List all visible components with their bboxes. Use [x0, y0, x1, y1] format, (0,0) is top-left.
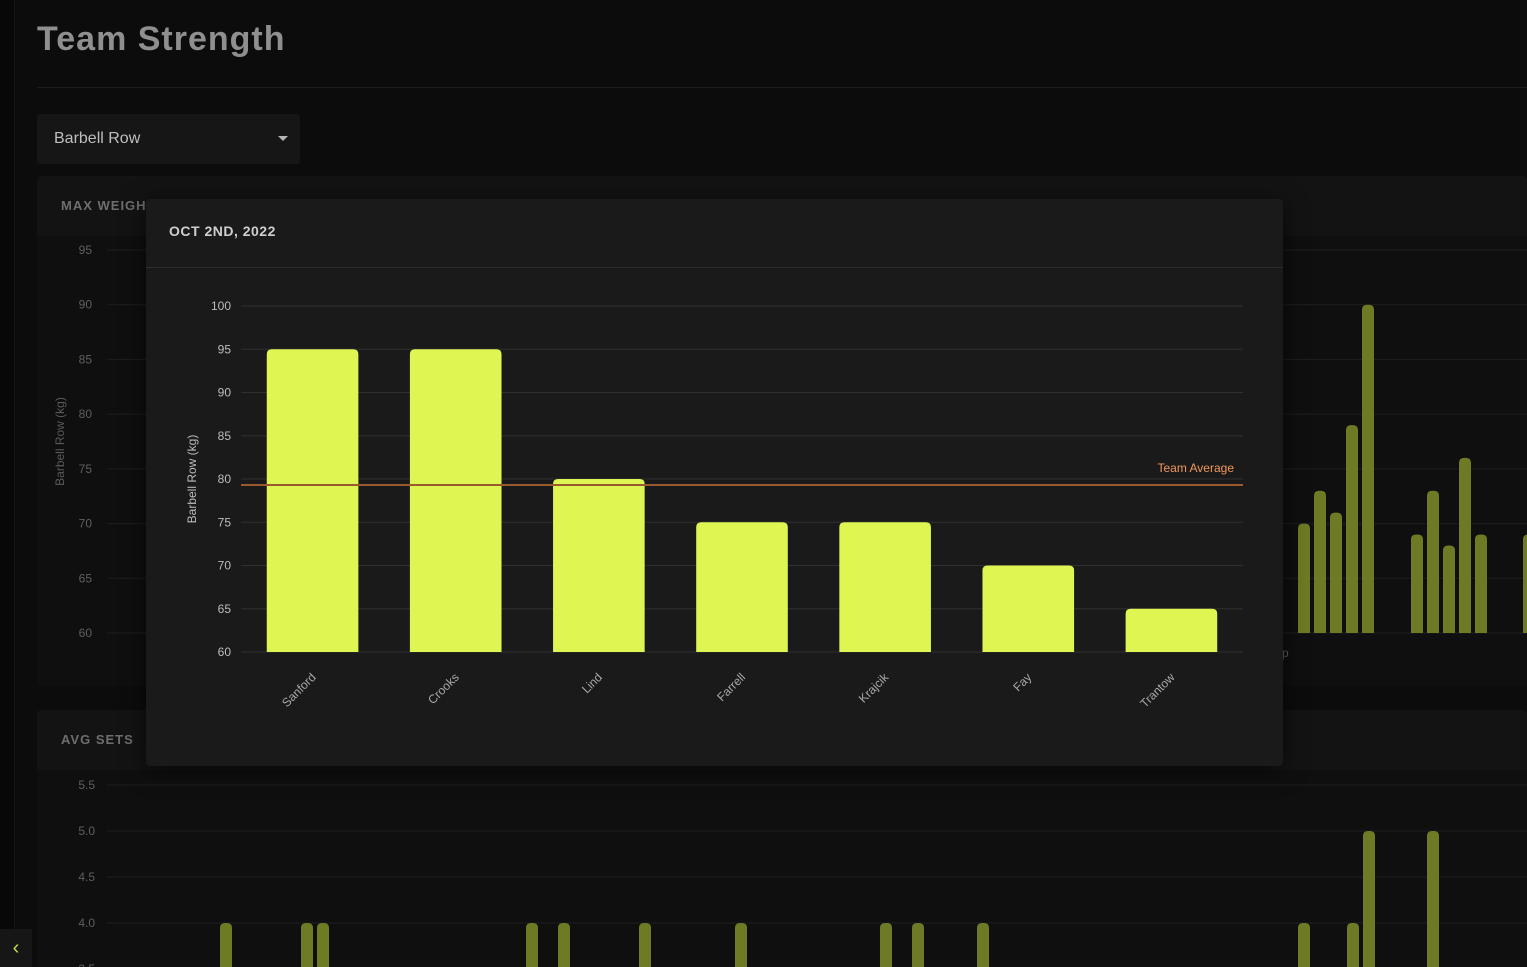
y-tick-label: 75 [218, 515, 232, 529]
bar [1459, 457, 1471, 633]
x-tick-label: Fay [1010, 670, 1034, 694]
bar [639, 923, 651, 967]
x-tick-label: Sanford [279, 670, 319, 710]
bar [220, 923, 232, 967]
left-rail [0, 0, 15, 967]
y-tick-label: 4.0 [78, 916, 95, 930]
y-tick-label: 100 [211, 299, 231, 313]
y-tick-label: 95 [218, 342, 232, 356]
y-tick-label: 65 [79, 571, 93, 585]
caret-down-icon [278, 136, 288, 141]
y-tick-label: 85 [79, 352, 93, 366]
team-average-label: Team Average [1158, 461, 1235, 475]
bar [982, 565, 1075, 652]
y-tick-label: 60 [218, 645, 232, 659]
bar [880, 923, 892, 967]
header-divider [37, 87, 1527, 88]
y-tick-label: 4.5 [78, 870, 95, 884]
y-tick-label: 90 [218, 386, 232, 400]
chevron-left-icon[interactable]: ‹ [0, 929, 32, 967]
y-tick-label: 95 [79, 243, 93, 257]
x-tick-label: Farrell [714, 670, 748, 704]
x-tick-label: Crooks [425, 670, 462, 707]
bar [1427, 490, 1439, 633]
bar [317, 923, 329, 967]
exercise-select[interactable]: Barbell Row [37, 114, 300, 164]
y-axis-label: Barbell Row (kg) [185, 435, 199, 524]
y-tick-label: 70 [79, 517, 93, 531]
bar [1330, 512, 1342, 633]
bar [696, 522, 788, 652]
bar [301, 923, 313, 967]
x-tick-label: p [1282, 646, 1289, 660]
y-tick-label: 80 [218, 472, 232, 486]
page-title: Team Strength [37, 20, 286, 58]
y-tick-label: 75 [79, 462, 93, 476]
bar [1523, 534, 1527, 633]
bar [1347, 923, 1359, 967]
bar [526, 923, 538, 967]
bar [1411, 534, 1423, 633]
bar [1314, 490, 1326, 633]
x-tick-label: Krajcik [856, 670, 892, 706]
bar [1298, 923, 1310, 967]
bar [1363, 831, 1375, 967]
y-tick-label: 5.5 [78, 778, 95, 792]
tooltip-popover: OCT 2ND, 2022 60 65 70 75 80 85 90 95 100 Barbell… [146, 199, 1283, 766]
bar [1475, 534, 1487, 633]
bar [912, 923, 924, 967]
y-tick-label: 90 [79, 298, 93, 312]
bar [409, 349, 502, 652]
y-tick-label: 60 [79, 626, 93, 640]
bar [558, 923, 570, 967]
x-tick-label: Trantow [1137, 670, 1177, 710]
bar [839, 522, 931, 652]
exercise-select-value: Barbell Row [54, 130, 141, 147]
bar [1125, 608, 1218, 652]
bar [1443, 545, 1455, 633]
y-axis-label: Barbell Row (kg) [53, 397, 67, 486]
bar [1427, 831, 1439, 967]
y-tick-label: 3.5 [78, 962, 95, 967]
y-tick-label: 65 [218, 602, 232, 616]
bar [735, 923, 747, 967]
y-tick-label: 85 [218, 429, 232, 443]
y-tick-label: 5.0 [78, 824, 95, 838]
y-tick-label: 70 [218, 559, 232, 573]
tooltip-bar-chart: 60 65 70 75 80 85 90 95 100 Barbell Row (kg) Sanfo… [185, 299, 1243, 710]
bar [266, 349, 359, 652]
bar [1362, 304, 1374, 633]
bar [553, 479, 645, 652]
bar [1298, 523, 1310, 633]
y-tick-label: 80 [79, 407, 93, 421]
bar [977, 923, 989, 967]
bar [1346, 425, 1358, 633]
x-tick-label: Lind [579, 670, 605, 696]
